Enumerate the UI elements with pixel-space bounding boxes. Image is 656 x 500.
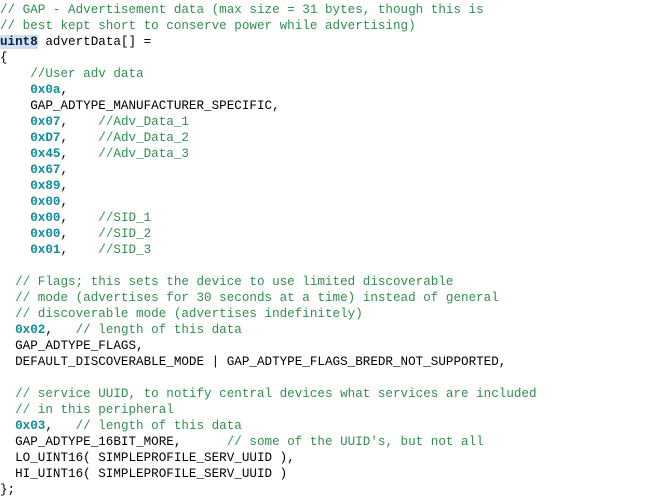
code-line[interactable]: // discoverable mode (advertises indefin… — [0, 306, 656, 322]
code-token-comment: // some of the UUID's, but not all — [226, 435, 484, 449]
code-token-punct: , — [60, 243, 99, 257]
code-token-number: 0x45 — [30, 147, 61, 161]
code-token-number: 0x07 — [30, 115, 61, 129]
code-token-punct: , — [60, 227, 99, 241]
code-token-comment: // in this peripheral — [0, 403, 174, 417]
code-token-comment: // best kept short to conserve power whi… — [0, 19, 416, 33]
code-line[interactable]: GAP_ADTYPE_16BIT_MORE, // some of the UU… — [0, 434, 656, 450]
code-line[interactable]: // service UUID, to notify central devic… — [0, 386, 656, 402]
code-token-comment: //User adv data — [0, 67, 144, 81]
code-line[interactable]: 0x00, //SID_1 — [0, 210, 656, 226]
code-token-number: 0x67 — [30, 163, 61, 177]
code-token-plain: LO_UINT16( SIMPLEPROFILE_SERV_UUID ), — [0, 451, 295, 465]
code-token-punct: , — [60, 163, 69, 177]
code-line[interactable]: 0xD7, //Adv_Data_2 — [0, 130, 656, 146]
code-token-comment: //Adv_Data_2 — [98, 131, 189, 145]
code-token-number: 0x02 — [15, 323, 46, 337]
code-token-number: 0xD7 — [30, 131, 61, 145]
code-token-comment: //SID_2 — [98, 227, 152, 241]
code-line[interactable]: }; — [0, 482, 656, 498]
code-line[interactable]: // GAP - Advertisement data (max size = … — [0, 2, 656, 18]
code-line[interactable]: // best kept short to conserve power whi… — [0, 18, 656, 34]
code-line[interactable]: 0x01, //SID_3 — [0, 242, 656, 258]
code-token-comment: // discoverable mode (advertises indefin… — [0, 307, 363, 321]
code-line[interactable]: 0x03, // length of this data — [0, 418, 656, 434]
code-token-number: 0x89 — [30, 179, 61, 193]
code-token-punct: , — [60, 147, 99, 161]
code-token-comment: // length of this data — [75, 323, 242, 337]
code-token-comment: // length of this data — [75, 419, 242, 433]
code-token-number: 0x00 — [30, 195, 61, 209]
code-token-number: 0x00 — [30, 227, 61, 241]
code-token-number: 0x00 — [30, 211, 61, 225]
code-token-punct: , — [60, 131, 99, 145]
code-line[interactable]: { — [0, 50, 656, 66]
code-lines-container[interactable]: // GAP - Advertisement data (max size = … — [0, 2, 656, 498]
code-token-number: 0x0a — [30, 83, 61, 97]
code-line[interactable]: // mode (advertises for 30 seconds at a … — [0, 290, 656, 306]
code-token-number: 0x03 — [15, 419, 46, 433]
code-token-comment: // service UUID, to notify central devic… — [0, 387, 537, 401]
code-line[interactable]: DEFAULT_DISCOVERABLE_MODE | GAP_ADTYPE_F… — [0, 354, 656, 370]
code-line[interactable]: 0x00, — [0, 194, 656, 210]
code-token-punct: , — [45, 419, 76, 433]
code-token-plain: advertData[] = — [37, 35, 152, 49]
code-line[interactable]: 0x0a, — [0, 82, 656, 98]
code-line[interactable] — [0, 370, 656, 386]
code-token-comment: //SID_1 — [98, 211, 152, 225]
code-token-plain: GAP_ADTYPE_16BIT_MORE, — [0, 435, 227, 449]
code-line[interactable]: //User adv data — [0, 66, 656, 82]
code-token-comment: //Adv_Data_3 — [98, 147, 189, 161]
code-token-comment: // GAP - Advertisement data (max size = … — [0, 3, 484, 17]
code-token-keyword: uint8 — [0, 35, 38, 49]
code-token-plain: DEFAULT_DISCOVERABLE_MODE | GAP_ADTYPE_F… — [0, 355, 507, 369]
code-token-punct: , — [60, 83, 69, 97]
code-token-comment: // mode (advertises for 30 seconds at a … — [0, 291, 499, 305]
code-line[interactable]: LO_UINT16( SIMPLEPROFILE_SERV_UUID ), — [0, 450, 656, 466]
code-line[interactable]: 0x45, //Adv_Data_3 — [0, 146, 656, 162]
code-token-plain: GAP_ADTYPE_FLAGS, — [0, 339, 144, 353]
code-token-plain: GAP_ADTYPE_MANUFACTURER_SPECIFIC, — [0, 99, 280, 113]
code-token-plain: HI_UINT16( SIMPLEPROFILE_SERV_UUID ) — [0, 467, 288, 481]
code-line[interactable]: // Flags; this sets the device to use li… — [0, 274, 656, 290]
code-token-punct: { — [0, 51, 8, 65]
code-line[interactable] — [0, 258, 656, 274]
code-line[interactable]: 0x02, // length of this data — [0, 322, 656, 338]
code-line[interactable]: uint8 advertData[] = — [0, 34, 656, 50]
code-line[interactable]: 0x89, — [0, 178, 656, 194]
code-token-comment: // Flags; this sets the device to use li… — [0, 275, 454, 289]
code-line[interactable]: 0x67, — [0, 162, 656, 178]
code-editor-pane[interactable]: // GAP - Advertisement data (max size = … — [0, 0, 656, 500]
code-token-punct: }; — [0, 483, 16, 497]
code-token-punct: , — [60, 195, 69, 209]
code-token-punct: , — [60, 179, 69, 193]
code-token-punct: , — [60, 115, 99, 129]
code-line[interactable]: 0x07, //Adv_Data_1 — [0, 114, 656, 130]
code-token-comment: //SID_3 — [98, 243, 152, 257]
code-line[interactable]: 0x00, //SID_2 — [0, 226, 656, 242]
code-line[interactable]: GAP_ADTYPE_MANUFACTURER_SPECIFIC, — [0, 98, 656, 114]
code-token-punct: , — [60, 211, 99, 225]
code-token-number: 0x01 — [30, 243, 61, 257]
code-token-comment: //Adv_Data_1 — [98, 115, 189, 129]
code-line[interactable]: HI_UINT16( SIMPLEPROFILE_SERV_UUID ) — [0, 466, 656, 482]
code-line[interactable]: // in this peripheral — [0, 402, 656, 418]
code-line[interactable]: GAP_ADTYPE_FLAGS, — [0, 338, 656, 354]
code-token-punct: , — [45, 323, 76, 337]
